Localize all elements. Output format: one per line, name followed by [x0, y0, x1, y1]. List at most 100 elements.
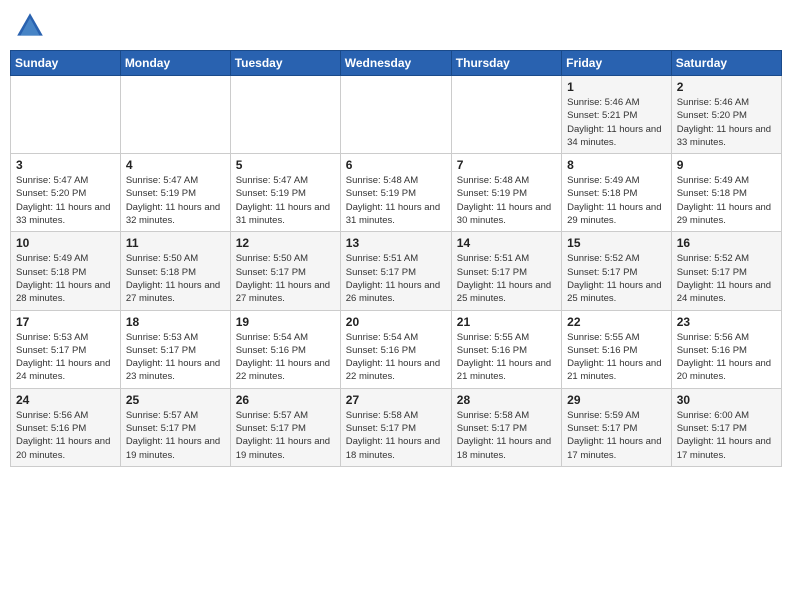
day-info: Sunrise: 5:47 AMSunset: 5:19 PMDaylight:…: [126, 174, 225, 227]
day-cell: [11, 76, 121, 154]
day-cell: 18 Sunrise: 5:53 AMSunset: 5:17 PMDayligh…: [120, 310, 230, 388]
day-info: Sunrise: 5:56 AMSunset: 5:16 PMDaylight:…: [677, 331, 776, 384]
day-info: Sunrise: 5:53 AMSunset: 5:17 PMDaylight:…: [126, 331, 225, 384]
day-number: 6: [346, 158, 446, 172]
logo-icon: [14, 10, 46, 42]
day-number: 7: [457, 158, 556, 172]
weekday-header-saturday: Saturday: [671, 51, 781, 76]
day-cell: 29 Sunrise: 5:59 AMSunset: 5:17 PMDayligh…: [562, 388, 672, 466]
week-row-2: 3Sunrise: 5:47 AMSunset: 5:20 PMDaylight…: [11, 154, 782, 232]
day-number: 12: [236, 236, 335, 250]
day-info: Sunrise: 5:58 AMSunset: 5:17 PMDaylight:…: [457, 409, 556, 462]
day-info: Sunrise: 5:50 AMSunset: 5:18 PMDaylight:…: [126, 252, 225, 305]
day-cell: 1 Sunrise: 5:46 AMSunset: 5:21 PMDaylight…: [562, 76, 672, 154]
day-number: 16: [677, 236, 776, 250]
day-cell: 23 Sunrise: 5:56 AMSunset: 5:16 PMDayligh…: [671, 310, 781, 388]
week-row-3: 10 Sunrise: 5:49 AMSunset: 5:18 PMDayligh…: [11, 232, 782, 310]
day-number: 23: [677, 315, 776, 329]
day-cell: 12 Sunrise: 5:50 AMSunset: 5:17 PMDayligh…: [230, 232, 340, 310]
day-cell: 28 Sunrise: 5:58 AMSunset: 5:17 PMDayligh…: [451, 388, 561, 466]
weekday-header-tuesday: Tuesday: [230, 51, 340, 76]
day-cell: 20 Sunrise: 5:54 AMSunset: 5:16 PMDayligh…: [340, 310, 451, 388]
day-number: 25: [126, 393, 225, 407]
day-number: 30: [677, 393, 776, 407]
day-info: Sunrise: 5:53 AMSunset: 5:17 PMDaylight:…: [16, 331, 115, 384]
week-row-4: 17 Sunrise: 5:53 AMSunset: 5:17 PMDayligh…: [11, 310, 782, 388]
day-cell: 11 Sunrise: 5:50 AMSunset: 5:18 PMDayligh…: [120, 232, 230, 310]
day-info: Sunrise: 5:50 AMSunset: 5:17 PMDaylight:…: [236, 252, 335, 305]
day-cell: 4 Sunrise: 5:47 AMSunset: 5:19 PMDaylight…: [120, 154, 230, 232]
day-number: 10: [16, 236, 115, 250]
day-number: 20: [346, 315, 446, 329]
day-cell: 7 Sunrise: 5:48 AMSunset: 5:19 PMDaylight…: [451, 154, 561, 232]
day-info: Sunrise: 5:49 AMSunset: 5:18 PMDaylight:…: [567, 174, 666, 227]
day-info: Sunrise: 5:47 AMSunset: 5:19 PMDaylight:…: [236, 174, 335, 227]
week-row-5: 24 Sunrise: 5:56 AMSunset: 5:16 PMDayligh…: [11, 388, 782, 466]
day-cell: [230, 76, 340, 154]
day-cell: 10 Sunrise: 5:49 AMSunset: 5:18 PMDayligh…: [11, 232, 121, 310]
day-cell: 5Sunrise: 5:47 AMSunset: 5:19 PMDaylight…: [230, 154, 340, 232]
day-cell: 3Sunrise: 5:47 AMSunset: 5:20 PMDaylight…: [11, 154, 121, 232]
day-number: 13: [346, 236, 446, 250]
day-info: Sunrise: 5:59 AMSunset: 5:17 PMDaylight:…: [567, 409, 666, 462]
day-number: 29: [567, 393, 666, 407]
calendar-table: SundayMondayTuesdayWednesdayThursdayFrid…: [10, 50, 782, 467]
day-cell: 14 Sunrise: 5:51 AMSunset: 5:17 PMDayligh…: [451, 232, 561, 310]
day-cell: 21 Sunrise: 5:55 AMSunset: 5:16 PMDayligh…: [451, 310, 561, 388]
day-number: 28: [457, 393, 556, 407]
day-cell: 2 Sunrise: 5:46 AMSunset: 5:20 PMDaylight…: [671, 76, 781, 154]
day-info: Sunrise: 5:55 AMSunset: 5:16 PMDaylight:…: [567, 331, 666, 384]
day-number: 8: [567, 158, 666, 172]
day-cell: 24 Sunrise: 5:56 AMSunset: 5:16 PMDayligh…: [11, 388, 121, 466]
day-number: 18: [126, 315, 225, 329]
day-number: 22: [567, 315, 666, 329]
logo: [14, 10, 50, 42]
weekday-header-monday: Monday: [120, 51, 230, 76]
day-info: Sunrise: 5:48 AMSunset: 5:19 PMDaylight:…: [346, 174, 446, 227]
weekday-header-thursday: Thursday: [451, 51, 561, 76]
day-info: Sunrise: 5:56 AMSunset: 5:16 PMDaylight:…: [16, 409, 115, 462]
day-info: Sunrise: 6:00 AMSunset: 5:17 PMDaylight:…: [677, 409, 776, 462]
day-cell: 13 Sunrise: 5:51 AMSunset: 5:17 PMDayligh…: [340, 232, 451, 310]
day-info: Sunrise: 5:57 AMSunset: 5:17 PMDaylight:…: [126, 409, 225, 462]
weekday-header-sunday: Sunday: [11, 51, 121, 76]
day-info: Sunrise: 5:52 AMSunset: 5:17 PMDaylight:…: [567, 252, 666, 305]
day-cell: 16 Sunrise: 5:52 AMSunset: 5:17 PMDayligh…: [671, 232, 781, 310]
week-row-1: 1 Sunrise: 5:46 AMSunset: 5:21 PMDaylight…: [11, 76, 782, 154]
day-number: 2: [677, 80, 776, 94]
day-info: Sunrise: 5:51 AMSunset: 5:17 PMDaylight:…: [346, 252, 446, 305]
day-info: Sunrise: 5:47 AMSunset: 5:20 PMDaylight:…: [16, 174, 115, 227]
day-cell: 6 Sunrise: 5:48 AMSunset: 5:19 PMDaylight…: [340, 154, 451, 232]
page-header: [10, 10, 782, 42]
day-number: 27: [346, 393, 446, 407]
day-number: 19: [236, 315, 335, 329]
day-number: 11: [126, 236, 225, 250]
day-info: Sunrise: 5:52 AMSunset: 5:17 PMDaylight:…: [677, 252, 776, 305]
day-cell: 15 Sunrise: 5:52 AMSunset: 5:17 PMDayligh…: [562, 232, 672, 310]
day-number: 14: [457, 236, 556, 250]
weekday-header-wednesday: Wednesday: [340, 51, 451, 76]
day-number: 21: [457, 315, 556, 329]
day-info: Sunrise: 5:46 AMSunset: 5:21 PMDaylight:…: [567, 96, 666, 149]
day-number: 17: [16, 315, 115, 329]
day-info: Sunrise: 5:55 AMSunset: 5:16 PMDaylight:…: [457, 331, 556, 384]
day-info: Sunrise: 5:51 AMSunset: 5:17 PMDaylight:…: [457, 252, 556, 305]
day-cell: [340, 76, 451, 154]
day-cell: [451, 76, 561, 154]
day-info: Sunrise: 5:49 AMSunset: 5:18 PMDaylight:…: [16, 252, 115, 305]
day-info: Sunrise: 5:58 AMSunset: 5:17 PMDaylight:…: [346, 409, 446, 462]
day-info: Sunrise: 5:57 AMSunset: 5:17 PMDaylight:…: [236, 409, 335, 462]
day-cell: 30 Sunrise: 6:00 AMSunset: 5:17 PMDayligh…: [671, 388, 781, 466]
day-number: 15: [567, 236, 666, 250]
day-info: Sunrise: 5:54 AMSunset: 5:16 PMDaylight:…: [346, 331, 446, 384]
day-number: 4: [126, 158, 225, 172]
day-info: Sunrise: 5:48 AMSunset: 5:19 PMDaylight:…: [457, 174, 556, 227]
weekday-header-row: SundayMondayTuesdayWednesdayThursdayFrid…: [11, 51, 782, 76]
day-cell: 22 Sunrise: 5:55 AMSunset: 5:16 PMDayligh…: [562, 310, 672, 388]
day-number: 1: [567, 80, 666, 94]
day-info: Sunrise: 5:46 AMSunset: 5:20 PMDaylight:…: [677, 96, 776, 149]
day-cell: 25 Sunrise: 5:57 AMSunset: 5:17 PMDayligh…: [120, 388, 230, 466]
day-cell: 17 Sunrise: 5:53 AMSunset: 5:17 PMDayligh…: [11, 310, 121, 388]
day-info: Sunrise: 5:54 AMSunset: 5:16 PMDaylight:…: [236, 331, 335, 384]
day-number: 24: [16, 393, 115, 407]
